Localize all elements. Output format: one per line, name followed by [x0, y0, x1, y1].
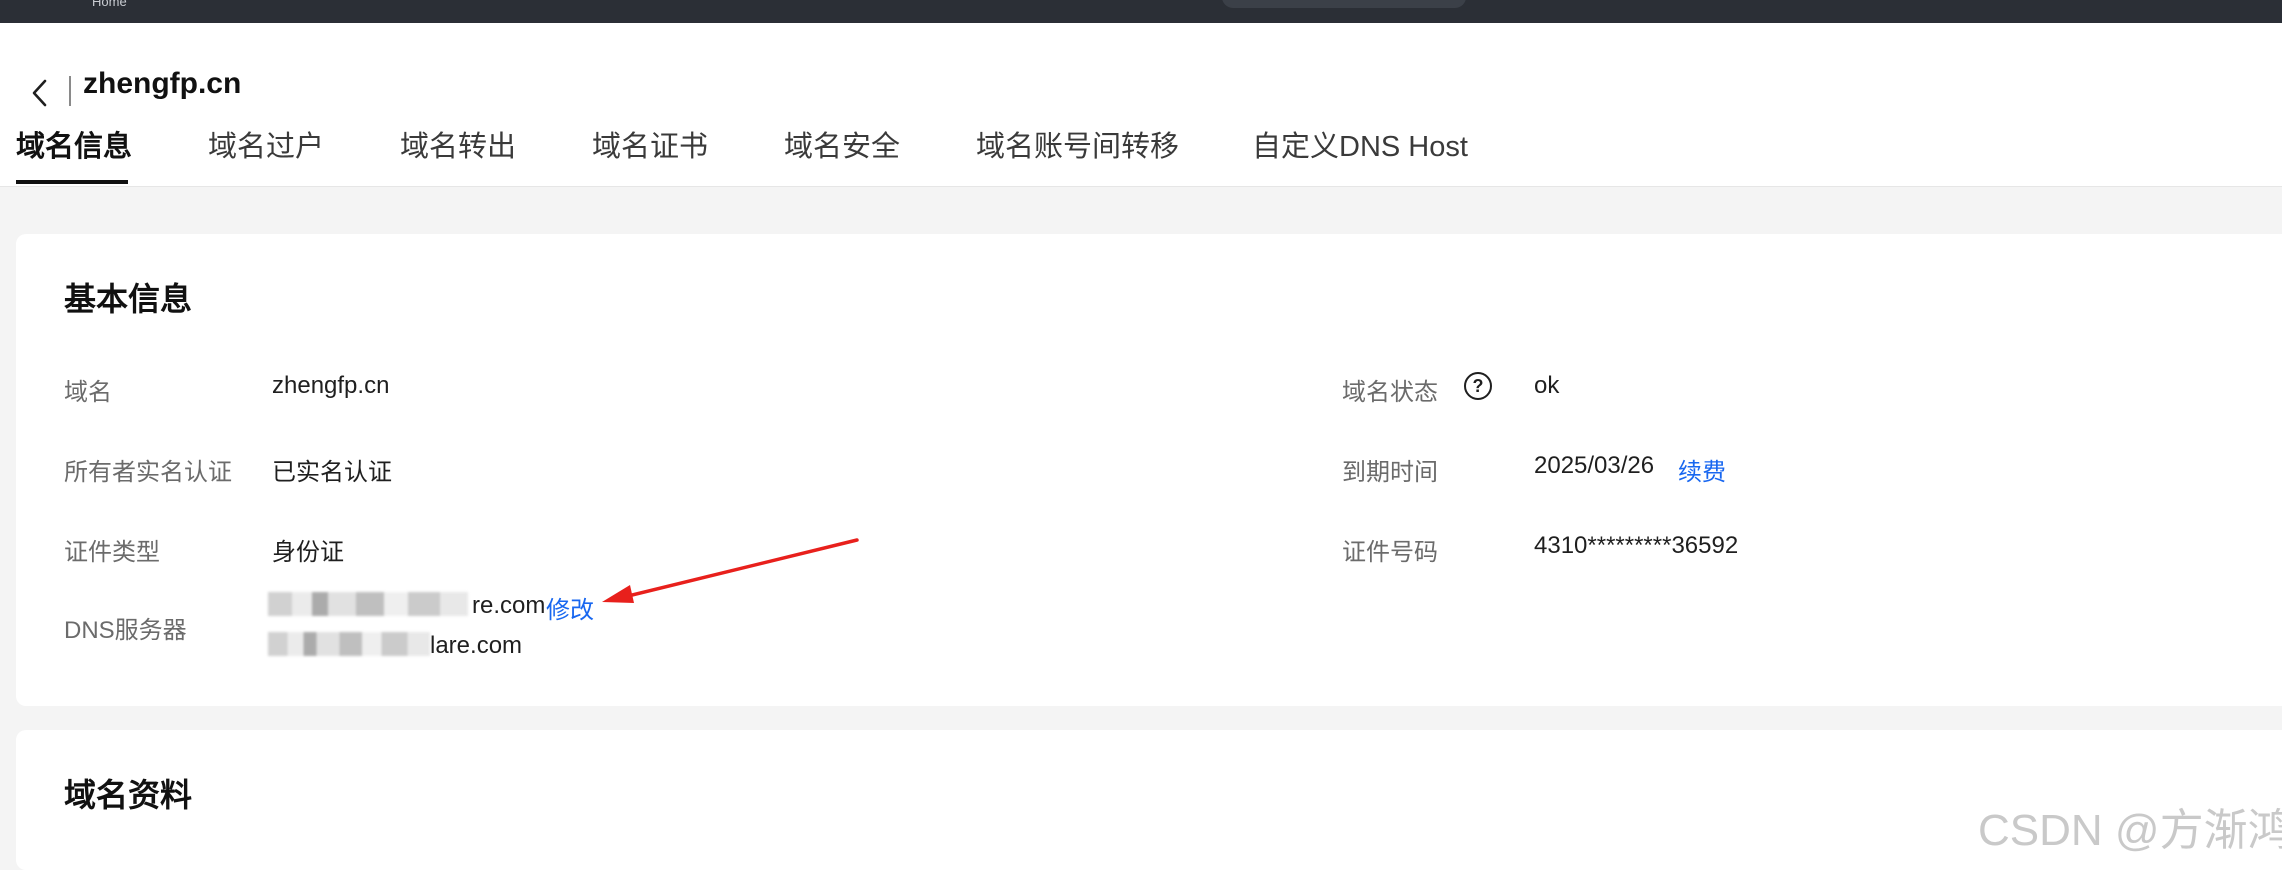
- tab-domain-transfer-owner[interactable]: 域名过户: [208, 126, 324, 186]
- tab-account-transfer[interactable]: 域名账号间转移: [976, 126, 1179, 186]
- tab-domain-certificate[interactable]: 域名证书: [592, 126, 708, 186]
- chevron-left-icon: [32, 79, 47, 107]
- tab-domain-transfer-out[interactable]: 域名转出: [400, 126, 516, 186]
- domain-status-value: ok: [1534, 372, 1560, 399]
- domain-value: zhengfp.cn: [272, 372, 390, 399]
- id-type-label: 证件类型: [64, 539, 160, 566]
- dns-server-label: DNS服务器: [64, 617, 187, 644]
- dns-server-2-redacted: [268, 632, 430, 656]
- dns-server-1-redacted: [268, 592, 468, 616]
- owner-verification-label: 所有者实名认证: [64, 459, 232, 486]
- dns-server-2-value: lare.com: [430, 632, 523, 659]
- id-number-value: 4310*********36592: [1534, 532, 1739, 559]
- page-title: zhengfp.cn: [83, 67, 242, 100]
- title-divider: [69, 76, 71, 106]
- tab-domain-info[interactable]: 域名信息: [16, 126, 132, 186]
- logo-text[interactable]: Home: [92, 0, 127, 9]
- search-bar[interactable]: [1222, 0, 1466, 8]
- section-title-basic-info: 基本信息: [64, 281, 193, 317]
- dns-server-1-value: re.com: [472, 592, 546, 619]
- dns-edit-link[interactable]: 修改: [546, 590, 594, 625]
- back-button[interactable]: [20, 71, 60, 115]
- domain-label: 域名: [64, 379, 112, 406]
- id-number-label: 证件号码: [1342, 539, 1438, 566]
- section-title-domain-profile: 域名资料: [64, 777, 193, 813]
- tab-custom-dns-host[interactable]: 自定义DNS Host: [1252, 126, 1468, 186]
- expiry-date-value: 2025/03/26: [1534, 452, 1655, 479]
- domain-header: zhengfp.cn 域名信息 域名过户 域名转出 域名证书 域名安全 域名账号…: [0, 23, 2282, 187]
- domain-profile-card: 域名资料: [16, 730, 2282, 870]
- question-circle-icon[interactable]: ?: [1464, 372, 1492, 400]
- expiry-date-label: 到期时间: [1342, 459, 1438, 486]
- renew-link[interactable]: 续费: [1678, 452, 1726, 487]
- id-type-value: 身份证: [272, 539, 344, 566]
- top-navigation-bar: Home: [0, 0, 2282, 23]
- active-tab-indicator: [16, 180, 128, 184]
- owner-verification-value: 已实名认证: [272, 459, 392, 486]
- domain-status-label: 域名状态: [1342, 379, 1438, 406]
- watermark: CSDN @方渐鸿: [1978, 806, 2282, 855]
- basic-info-card: 基本信息 域名 zhengfp.cn 所有者实名认证 已实名认证 证件类型 身份…: [16, 234, 2282, 706]
- tab-domain-security[interactable]: 域名安全: [784, 126, 900, 186]
